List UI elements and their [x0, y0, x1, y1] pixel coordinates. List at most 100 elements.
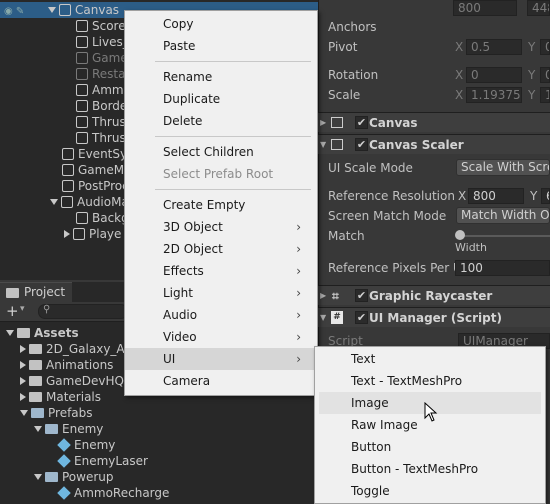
add-button[interactable]: + [6, 302, 19, 320]
y-label: Y [528, 88, 536, 102]
dropdown-arrow-icon[interactable]: ▾ [20, 304, 25, 314]
enabled-checkbox[interactable]: ✔ [355, 311, 368, 324]
menu-item-label: Rename [163, 70, 213, 84]
enabled-checkbox[interactable]: ✔ [355, 116, 368, 129]
project-item-assets[interactable]: Assets [6, 325, 79, 341]
folder-open-icon [45, 472, 58, 482]
visibility-icon[interactable]: ◉ ✎ [4, 2, 24, 18]
collapse-arrow-icon[interactable] [20, 361, 26, 369]
menu-item-video[interactable]: Video › [125, 326, 315, 348]
menu-item-delete[interactable]: Delete [125, 110, 315, 132]
hierarchy-item[interactable]: Score [76, 18, 126, 34]
submenu-item-button[interactable]: Button [319, 436, 541, 458]
project-item[interactable]: Powerup [34, 469, 114, 485]
menu-item-copy[interactable]: Copy [125, 13, 315, 35]
menu-item-duplicate[interactable]: Duplicate [125, 88, 315, 110]
chevron-right-icon: › [296, 264, 301, 278]
rotation-x-field[interactable]: 0 [466, 67, 522, 83]
reference-resolution-x-field[interactable]: 800 [468, 188, 524, 204]
expand-arrow-icon[interactable] [6, 330, 14, 336]
ui-manager-component-header[interactable]: ▼ # ✔ UI Manager (Script) [318, 307, 550, 327]
menu-item-ui[interactable]: UI › [125, 348, 315, 370]
project-item[interactable]: 2D_Galaxy_As [20, 341, 131, 357]
hierarchy-item[interactable]: Lives_ [76, 34, 129, 50]
item-label: Enemy [74, 438, 116, 452]
project-item[interactable]: Prefabs [20, 405, 93, 421]
scale-x-field[interactable]: 1.19375 [466, 87, 522, 103]
menu-item-camera[interactable]: Camera [125, 370, 315, 392]
collapse-arrow-icon[interactable] [20, 377, 26, 385]
foldout-arrow-icon[interactable]: ▶ [320, 113, 326, 133]
project-item[interactable]: Materials [20, 389, 101, 405]
collapse-arrow-icon[interactable] [20, 345, 26, 353]
screen-match-mode-dropdown[interactable]: Match Width Or [456, 207, 550, 224]
expand-arrow-icon[interactable] [20, 410, 28, 416]
canvas-component-header[interactable]: ▶ ✔ Canvas [318, 112, 550, 132]
project-item[interactable]: Enemy [34, 421, 103, 437]
folder-icon [17, 328, 30, 338]
pivot-x-field[interactable]: 0.5 [466, 39, 522, 55]
tab-project[interactable]: Project [0, 282, 72, 302]
project-item[interactable]: EnemyLaser [57, 453, 148, 469]
menu-item-rename[interactable]: Rename [125, 66, 315, 88]
reference-pixels-field[interactable]: 100 [455, 260, 550, 276]
expand-arrow-icon[interactable] [50, 199, 58, 205]
hierarchy-item[interactable]: AudioMa [50, 194, 129, 210]
menu-item-select-children[interactable]: Select Children [125, 141, 315, 163]
collapse-arrow-icon[interactable] [64, 230, 70, 238]
canvas-scaler-component-header[interactable]: ▼ ✔ Canvas Scaler [318, 134, 550, 154]
component-title: Canvas Scaler [369, 138, 464, 152]
submenu-item-button-textmeshpro[interactable]: Button - TextMeshPro [319, 458, 541, 480]
hierarchy-item[interactable]: PostProc [62, 178, 129, 194]
menu-item-create-empty[interactable]: Create Empty [125, 194, 315, 216]
enabled-checkbox[interactable]: ✔ [355, 138, 368, 151]
hierarchy-item[interactable]: GameMa [62, 162, 131, 178]
collapse-arrow-icon[interactable] [20, 393, 26, 401]
hierarchy-item-canvas[interactable]: Canvas [48, 2, 119, 18]
scale-y-field[interactable]: 1 [540, 87, 550, 103]
hierarchy-item[interactable]: Thrus [76, 114, 126, 130]
hierarchy-item[interactable]: Backg [76, 210, 129, 226]
project-item[interactable]: GameDevHQ [20, 373, 124, 389]
hierarchy-item[interactable]: Resta [76, 66, 126, 82]
foldout-arrow-icon[interactable]: ▶ [320, 286, 326, 306]
menu-item-3d-object[interactable]: 3D Object › [125, 216, 315, 238]
anchors-label[interactable]: Anchors [328, 20, 377, 34]
match-slider-handle[interactable] [455, 230, 465, 240]
expand-arrow-icon[interactable] [48, 7, 56, 13]
project-item[interactable]: Animations [20, 357, 113, 373]
expand-arrow-icon[interactable] [34, 474, 42, 480]
search-input[interactable]: ⚲ [38, 304, 128, 319]
submenu-item-text-textmeshpro[interactable]: Text - TextMeshPro [319, 370, 541, 392]
foldout-arrow-icon[interactable]: ▼ [320, 308, 326, 328]
height-field[interactable]: 448 [527, 0, 550, 16]
submenu-item-toggle[interactable]: Toggle [319, 480, 541, 502]
menu-item-label: Button [351, 440, 392, 454]
menu-item-audio[interactable]: Audio › [125, 304, 315, 326]
foldout-arrow-icon[interactable]: ▼ [320, 135, 326, 155]
menu-item-light[interactable]: Light › [125, 282, 315, 304]
submenu-item-text[interactable]: Text [319, 348, 541, 370]
gameobject-icon [76, 20, 88, 32]
enabled-checkbox[interactable]: ✔ [355, 289, 368, 302]
hierarchy-item[interactable]: EventSy [62, 146, 127, 162]
pivot-y-field[interactable]: 0 [540, 39, 550, 55]
hierarchy-item[interactable]: Game [76, 50, 128, 66]
hierarchy-item[interactable]: Thrus [76, 130, 126, 146]
hierarchy-item[interactable]: Ammo [76, 82, 131, 98]
expand-arrow-icon[interactable] [34, 426, 42, 432]
menu-item-2d-object[interactable]: 2D Object › [125, 238, 315, 260]
graphic-raycaster-component-header[interactable]: ▶ ⌗ ✔ Graphic Raycaster [318, 285, 550, 305]
y-label: Y [528, 40, 536, 54]
project-item[interactable]: Enemy [57, 437, 116, 453]
match-slider-track[interactable] [460, 235, 550, 237]
width-field[interactable]: 800 [453, 0, 517, 16]
ui-scale-mode-dropdown[interactable]: Scale With Scre [456, 159, 550, 176]
hierarchy-item[interactable]: Playe [64, 226, 121, 242]
project-item[interactable]: AmmoRecharge [57, 485, 169, 501]
rotation-y-field[interactable]: 0 [540, 67, 550, 83]
hierarchy-item[interactable]: Borde [76, 98, 127, 114]
menu-item-effects[interactable]: Effects › [125, 260, 315, 282]
menu-item-paste[interactable]: Paste [125, 35, 315, 57]
reference-resolution-y-field[interactable]: 6 [541, 188, 550, 204]
